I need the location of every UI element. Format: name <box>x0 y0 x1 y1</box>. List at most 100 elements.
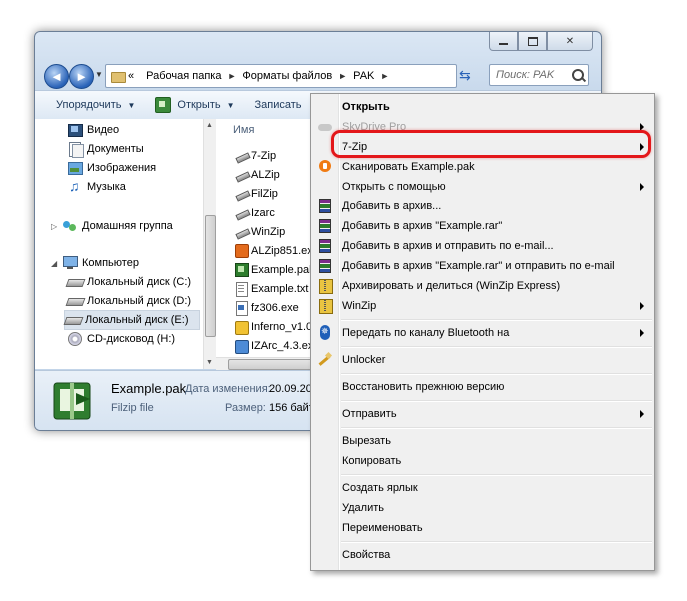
menu-item-label: Добавить в архив и отправить по e-mail..… <box>342 240 554 252</box>
file-name: FilZip <box>251 188 278 200</box>
burn-label: Записать <box>254 99 302 111</box>
minimize-button[interactable] <box>489 32 518 51</box>
back-button[interactable]: ◄ <box>44 64 69 89</box>
scroll-up-icon[interactable]: ▲ <box>206 122 213 129</box>
file-name: WinZip <box>251 226 286 238</box>
recent-pages-dropdown[interactable]: ▼ <box>95 70 103 79</box>
winrar-icon <box>317 258 333 274</box>
expand-arrow-icon[interactable]: ▷ <box>51 222 57 231</box>
hard-disk-icon <box>67 275 83 289</box>
minimize-icon <box>499 43 508 45</box>
breadcrumb-work-folder[interactable]: Рабочая папка <box>146 70 221 82</box>
nav-item-documents[interactable]: Документы <box>67 140 144 158</box>
nav-item-computer[interactable]: Компьютер <box>62 254 139 272</box>
menu-separator <box>341 427 652 429</box>
music-library-icon <box>67 178 83 194</box>
bluetooth-icon <box>317 325 333 341</box>
nav-item-music[interactable]: Музыка <box>67 178 126 196</box>
scrollbar-thumb[interactable] <box>205 215 216 337</box>
file-item[interactable]: Example.pak <box>235 261 315 279</box>
organize-button[interactable]: Упорядочить ▼ <box>56 99 135 111</box>
shortcut-icon <box>235 168 249 182</box>
collapse-arrow-icon[interactable]: ◢ <box>51 259 57 268</box>
open-button[interactable]: Открыть ▼ <box>155 97 235 113</box>
maximize-button[interactable] <box>518 32 547 51</box>
menu-item-bluetooth[interactable]: Передать по каналу Bluetooth на <box>313 323 652 343</box>
nav-item-label: Изображения <box>87 162 157 174</box>
menu-item-label: Переименовать <box>342 522 423 534</box>
breadcrumb-separator[interactable]: ► <box>338 71 347 81</box>
forward-button[interactable]: ► <box>69 64 94 89</box>
file-item[interactable]: FilZip <box>235 185 278 203</box>
breadcrumb-file-formats[interactable]: Форматы файлов <box>242 70 332 82</box>
nav-item-video[interactable]: Видео <box>67 121 119 139</box>
close-button[interactable]: ✕ <box>547 32 593 51</box>
details-size-label: Размер: <box>225 402 266 414</box>
menu-item-label: Удалить <box>342 502 384 514</box>
menu-item-cut[interactable]: Вырезать <box>313 431 652 451</box>
menu-item-label: Архивировать и делиться (WinZip Express) <box>342 280 561 292</box>
menu-separator <box>341 319 652 321</box>
file-item[interactable]: fz306.exe <box>235 299 299 317</box>
menu-item-label: Восстановить прежнюю версию <box>342 381 505 393</box>
nav-item-homegroup[interactable]: Домашняя группа <box>62 217 173 235</box>
nav-item-drive-d[interactable]: Локальный диск (D:) <box>67 292 191 310</box>
menu-item-winzip-express[interactable]: Архивировать и делиться (WinZip Express) <box>313 276 652 296</box>
address-chevron[interactable]: « <box>128 70 134 82</box>
menu-item-add-example-rar-and-email[interactable]: Добавить в архив "Example.rar" и отправи… <box>313 256 652 276</box>
file-item[interactable]: Izarc <box>235 204 275 222</box>
menu-item-add-to-archive[interactable]: Добавить в архив... <box>313 196 652 216</box>
menu-item-delete[interactable]: Удалить <box>313 498 652 518</box>
menu-item-add-and-email[interactable]: Добавить в архив и отправить по e-mail..… <box>313 236 652 256</box>
navigation-bar: ◄ ► ▼ « Рабочая папка ► Форматы файлов ►… <box>42 63 594 89</box>
nav-item-cd-drive[interactable]: CD-дисковод (H:) <box>67 330 175 348</box>
file-item[interactable]: IZArc_4.3.exe <box>235 337 319 355</box>
file-item[interactable]: WinZip <box>235 223 285 241</box>
menu-separator <box>341 373 652 375</box>
nav-item-label: Локальный диск (C:) <box>87 276 192 288</box>
file-item[interactable]: 7-Zip <box>235 147 276 165</box>
menu-item-winzip[interactable]: WinZip <box>313 296 652 316</box>
file-item[interactable]: ALZip <box>235 166 280 184</box>
menu-item-unlocker[interactable]: Unlocker <box>313 350 652 370</box>
nav-item-pictures[interactable]: Изображения <box>67 159 156 177</box>
menu-item-label: Создать ярлык <box>342 482 418 494</box>
nav-item-drive-c[interactable]: Локальный диск (C:) <box>67 273 191 291</box>
menu-item-label: Открыть <box>342 101 390 113</box>
menu-item-scan[interactable]: Сканировать Example.pak <box>313 157 652 177</box>
file-name: Inferno_v1.0 <box>251 321 313 333</box>
nav-item-drive-e[interactable]: Локальный диск (E:) <box>64 310 200 330</box>
refresh-icon[interactable]: ⇆ <box>459 67 471 84</box>
menu-item-add-to-example-rar[interactable]: Добавить в архив "Example.rar" <box>313 216 652 236</box>
documents-library-icon <box>67 142 84 158</box>
breadcrumb-pak[interactable]: PAK <box>353 70 374 82</box>
file-item[interactable]: ALZip851.exe <box>235 242 319 260</box>
search-input[interactable]: Поиск: PAK <box>489 64 589 86</box>
breadcrumb-separator[interactable]: ► <box>380 71 389 81</box>
file-name: ALZip <box>251 169 280 181</box>
menu-item-open-with[interactable]: Открыть с помощью <box>313 177 652 197</box>
menu-item-rename[interactable]: Переименовать <box>313 518 652 538</box>
navigation-pane: Видео Документы Изображения Музыка ▷ Дом… <box>35 119 216 369</box>
winzip-icon <box>317 298 333 314</box>
maximize-icon <box>527 36 538 46</box>
menu-item-open[interactable]: Открыть <box>313 97 652 117</box>
menu-item-copy[interactable]: Копировать <box>313 451 652 471</box>
menu-item-properties[interactable]: Свойства <box>313 545 652 565</box>
nav-item-label: Локальный диск (D:) <box>87 295 192 307</box>
burn-button[interactable]: Записать <box>255 99 302 111</box>
scroll-down-icon[interactable]: ▼ <box>206 359 213 366</box>
unlocker-icon <box>317 352 333 368</box>
menu-item-label: Unlocker <box>342 354 386 366</box>
shortcut-icon <box>235 149 249 163</box>
file-item[interactable]: Example.txt <box>235 280 308 298</box>
menu-item-restore-previous[interactable]: Восстановить прежнюю версию <box>313 377 652 397</box>
nav-pane-scrollbar[interactable]: ▲ ▼ <box>203 119 216 369</box>
menu-item-send-to[interactable]: Отправить <box>313 404 652 424</box>
breadcrumb-separator[interactable]: ► <box>227 71 236 81</box>
column-header-name[interactable]: Имя <box>233 124 254 136</box>
file-item[interactable]: Inferno_v1.0 <box>235 318 312 336</box>
menu-item-create-shortcut[interactable]: Создать ярлык <box>313 478 652 498</box>
menu-item-label: Добавить в архив "Example.rar" и отправи… <box>342 260 615 272</box>
address-bar[interactable]: « Рабочая папка ► Форматы файлов ► PAK ► <box>105 64 457 88</box>
